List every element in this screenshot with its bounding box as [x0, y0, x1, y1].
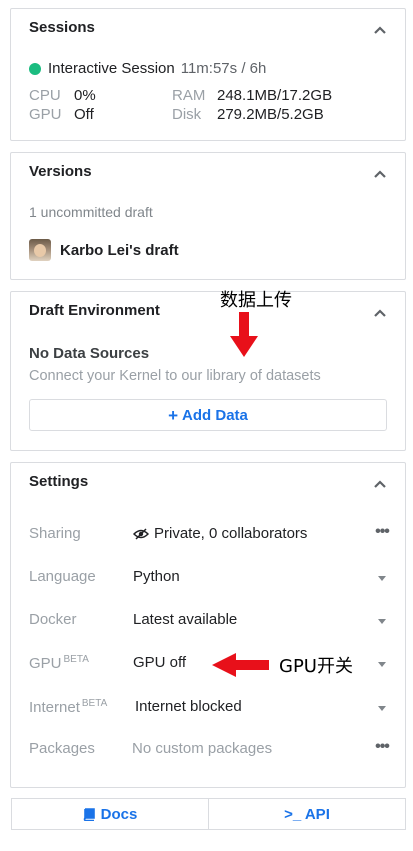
draft-environment-panel: Draft Environment No Data Sources Connec…: [10, 291, 406, 451]
no-data-sources-heading: No Data Sources: [29, 345, 150, 362]
setting-packages[interactable]: Packages No custom packages •••: [29, 739, 390, 762]
beta-tag: BETA: [63, 654, 89, 665]
eye-slash-icon: [133, 527, 149, 540]
cpu-label: CPU: [29, 87, 61, 104]
connect-datasets-text: Connect your Kernel to our library of da…: [29, 368, 321, 384]
dropdown-caret-icon[interactable]: [375, 701, 389, 715]
settings-panel: Settings Sharing Private, 0 collaborator…: [10, 462, 406, 788]
beta-tag: BETA: [81, 698, 108, 709]
draft-environment-title: Draft Environment: [29, 302, 160, 319]
versions-panel: Versions 1 uncommitted draft Karbo Lei's…: [10, 152, 406, 280]
dropdown-caret-icon[interactable]: [375, 657, 389, 671]
gpu-label: GPU: [29, 106, 62, 123]
session-timer: 11m:57s / 6h: [180, 60, 267, 77]
docs-label: Docs: [100, 805, 138, 823]
collapse-settings-chevron-up-icon[interactable]: [373, 477, 387, 491]
upload-annotation-text: 数据上传: [220, 290, 292, 311]
setting-value: Internet blocked: [135, 698, 242, 715]
collapse-versions-chevron-up-icon[interactable]: [373, 167, 387, 181]
versions-title: Versions: [29, 163, 92, 180]
gpu-stat: GPU Off: [29, 106, 94, 123]
docs-link[interactable]: Docs: [12, 799, 208, 829]
settings-title: Settings: [29, 473, 89, 490]
avatar: [29, 239, 51, 261]
api-link[interactable]: >_ API: [208, 799, 405, 829]
api-label: >_ API: [284, 805, 330, 823]
disk-label: Disk: [172, 106, 202, 123]
setting-value: GPU off: [133, 654, 187, 671]
status-dot-icon: [29, 62, 41, 75]
setting-label: Language: [29, 568, 96, 585]
setting-label: Internet: [29, 699, 80, 716]
add-data-label: Add Data: [182, 406, 248, 424]
ram-stat: RAM 248.1MB/17.2GB: [172, 87, 332, 104]
setting-value: Latest available: [133, 611, 238, 628]
collapse-draft-env-chevron-up-icon[interactable]: [373, 306, 387, 320]
dropdown-caret-icon[interactable]: [375, 614, 389, 628]
setting-internet[interactable]: Internet BETA Internet blocked: [29, 698, 389, 720]
sessions-panel: Sessions Interactive Session 11m:57s / 6…: [10, 8, 406, 141]
session-name: Interactive Session: [48, 60, 175, 77]
setting-language[interactable]: Language Python: [29, 568, 389, 590]
cpu-stat: CPU 0%: [29, 87, 96, 104]
ram-label: RAM: [172, 87, 206, 104]
draft-link[interactable]: Karbo Lei's draft: [29, 239, 179, 261]
collapse-sessions-chevron-up-icon[interactable]: [373, 23, 387, 37]
dropdown-caret-icon[interactable]: [375, 571, 389, 585]
disk-stat: Disk 279.2MB/5.2GB: [172, 106, 324, 123]
more-options-icon[interactable]: •••: [375, 739, 390, 757]
setting-sharing[interactable]: Sharing Private, 0 collaborators •••: [29, 524, 390, 547]
draft-name: Karbo Lei's draft: [60, 241, 179, 259]
more-options-icon[interactable]: •••: [375, 524, 390, 542]
setting-label: Docker: [29, 611, 77, 628]
setting-label: Sharing: [29, 525, 81, 542]
ram-value: 248.1MB/17.2GB: [217, 87, 333, 104]
left-arrow-annotation-icon: [212, 653, 269, 677]
setting-label: Packages: [29, 740, 95, 757]
setting-value: Python: [133, 568, 180, 585]
cpu-value: 0%: [74, 87, 96, 104]
down-arrow-annotation-icon: [230, 312, 258, 357]
gpu-value: Off: [74, 106, 94, 123]
setting-label: GPU: [29, 655, 62, 672]
session-status: Interactive Session 11m:57s / 6h: [29, 60, 266, 77]
book-icon: [83, 807, 95, 821]
sessions-title: Sessions: [29, 19, 95, 36]
add-data-button[interactable]: + Add Data: [29, 399, 387, 431]
gpu-switch-annotation-text: GPU开关: [279, 656, 353, 677]
setting-docker[interactable]: Docker Latest available: [29, 611, 389, 633]
footer-links: Docs >_ API: [11, 798, 406, 830]
uncommitted-draft-count: 1 uncommitted draft: [29, 204, 153, 220]
disk-value: 279.2MB/5.2GB: [217, 106, 324, 123]
setting-value: No custom packages: [132, 740, 273, 757]
plus-icon: +: [168, 405, 179, 425]
setting-value: Private, 0 collaborators: [154, 525, 308, 542]
